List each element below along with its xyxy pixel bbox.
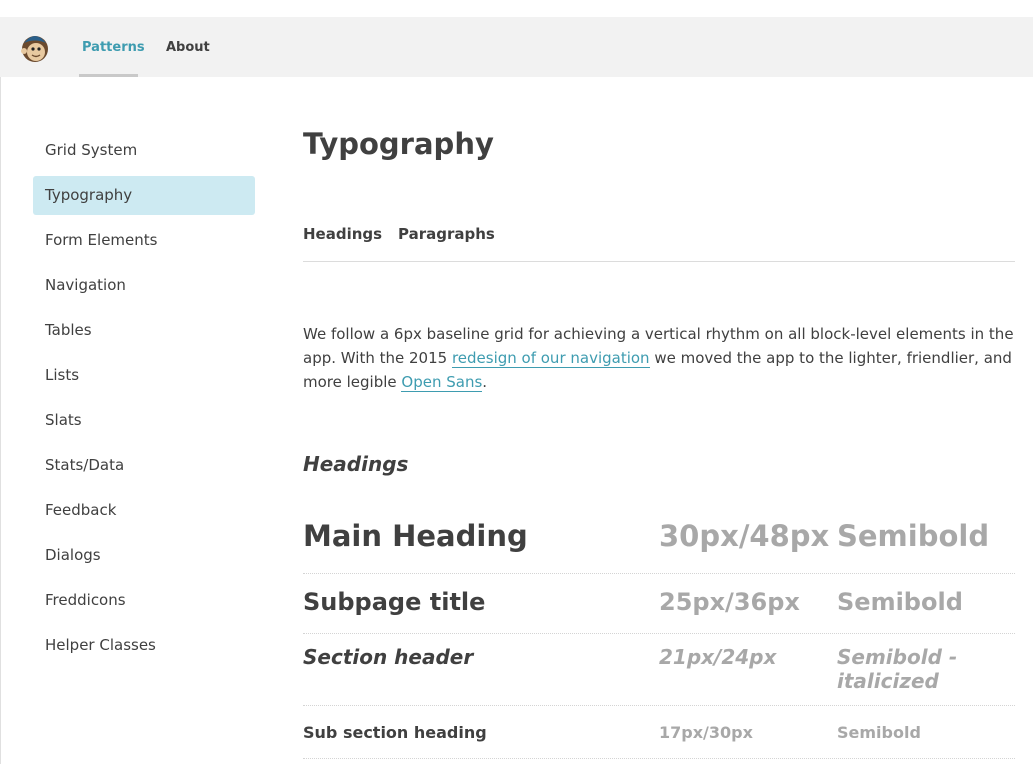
specimen-sub-section-heading: Sub section heading <box>303 723 487 742</box>
row-divider <box>303 705 1015 706</box>
nav-active-indicator <box>79 74 138 77</box>
specimen-section-header: Section header <box>303 645 474 669</box>
redesign-navigation-link[interactable]: redesign of our navigation <box>451 349 650 368</box>
specimen-subpage-title: Subpage title <box>303 588 486 616</box>
sidebar-item-navigation[interactable]: Navigation <box>33 266 255 305</box>
intro-text-3: . <box>482 373 488 391</box>
specimen-main-heading: Main Heading <box>303 519 528 553</box>
sidebar-item-tables[interactable]: Tables <box>33 311 255 350</box>
sidebar-item-stats-data[interactable]: Stats/Data <box>33 446 255 485</box>
section-heading-headings: Headings <box>303 452 409 476</box>
sidebar-item-form-elements[interactable]: Form Elements <box>33 221 255 260</box>
sidebar-item-lists[interactable]: Lists <box>33 356 255 395</box>
specimen-weight: Semibold <box>837 519 990 553</box>
sidebar-item-feedback[interactable]: Feedback <box>33 491 255 530</box>
tab-headings[interactable]: Headings <box>303 225 382 243</box>
sidebar-item-dialogs[interactable]: Dialogs <box>33 536 255 575</box>
tab-paragraphs[interactable]: Paragraphs <box>398 225 495 243</box>
sidebar-item-grid-system[interactable]: Grid System <box>33 131 255 170</box>
sidebar-item-helper-classes[interactable]: Helper Classes <box>33 626 255 665</box>
top-nav-bar: Patterns About <box>0 17 1033 77</box>
nav-link-patterns[interactable]: Patterns <box>82 40 145 55</box>
row-divider <box>303 758 1015 759</box>
nav-link-about[interactable]: About <box>166 40 210 55</box>
sidebar-item-slats[interactable]: Slats <box>33 401 255 440</box>
specimen-weight: Semibold <box>837 588 963 616</box>
open-sans-link[interactable]: Open Sans <box>401 373 483 392</box>
page-left-border <box>0 17 1 764</box>
specimen-size: 25px/36px <box>659 588 800 616</box>
sidebar-item-freddicons[interactable]: Freddicons <box>33 581 255 620</box>
row-divider <box>303 573 1015 574</box>
specimen-weight: Semibold <box>837 723 921 742</box>
row-divider <box>303 633 1015 634</box>
sidebar-item-typography[interactable]: Typography <box>33 176 255 215</box>
specimen-size: 21px/24px <box>659 645 777 669</box>
freddie-monkey-logo-icon[interactable] <box>20 31 50 63</box>
specimen-weight: Semibold - italicized <box>837 645 958 693</box>
tabs-divider <box>303 261 1015 262</box>
intro-paragraph: We follow a 6px baseline grid for achiev… <box>303 322 1015 394</box>
page-title: Typography <box>303 127 494 161</box>
specimen-size: 17px/30px <box>659 723 753 742</box>
specimen-size: 30px/48px <box>659 519 830 553</box>
